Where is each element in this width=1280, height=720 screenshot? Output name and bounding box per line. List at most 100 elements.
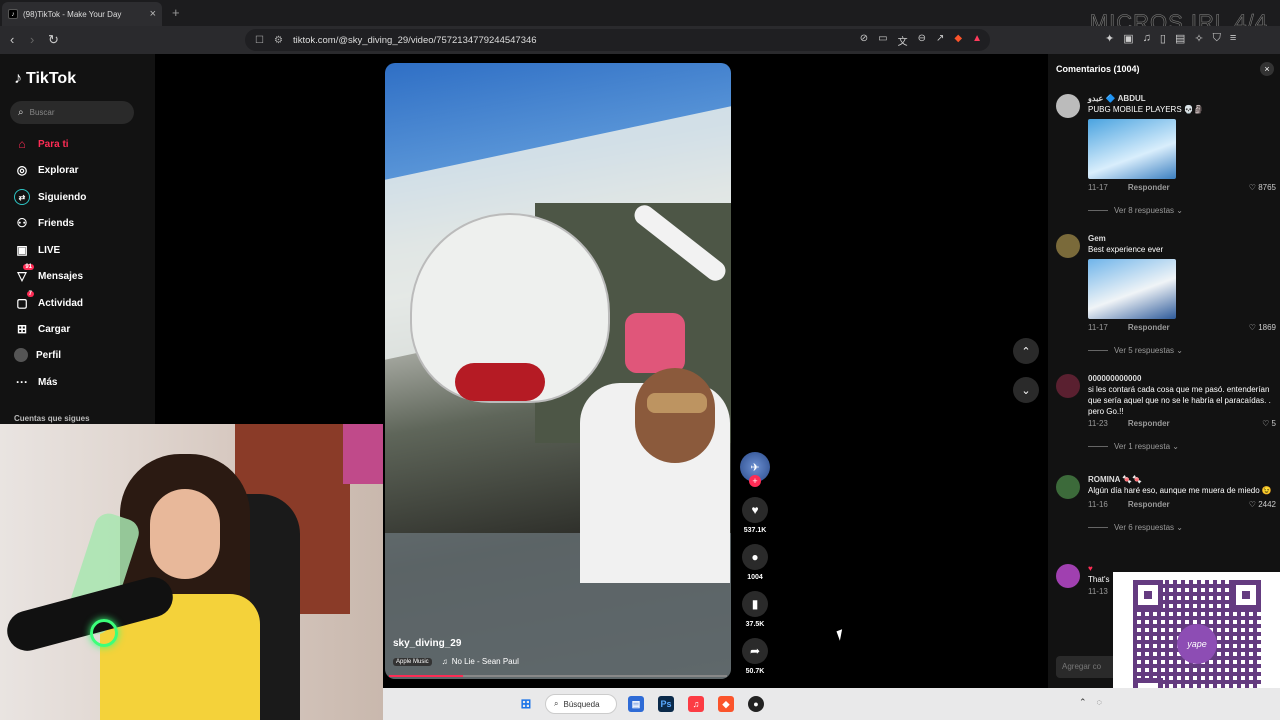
close-tab-icon[interactable]: ×: [150, 8, 156, 20]
creator-avatar-button[interactable]: ✈ +: [740, 452, 770, 487]
video-progress-bar[interactable]: [389, 675, 727, 677]
reply-button[interactable]: Responder: [1128, 419, 1170, 428]
more-icon: ···: [16, 375, 28, 389]
new-tab-icon[interactable]: +: [172, 5, 180, 20]
view-replies-button[interactable]: Ver 1 respuesta ⌄: [1088, 442, 1278, 451]
tiktok-favicon-icon: ♪: [8, 9, 18, 19]
search-input[interactable]: ⌕ Buscar: [10, 101, 134, 124]
tray-expand-icon[interactable]: ⌃: [1079, 697, 1087, 708]
share-button[interactable]: ➦ 50.7K: [740, 638, 770, 675]
comment-button[interactable]: ● 1004: [740, 544, 770, 581]
menu-icon[interactable]: ≡: [1230, 32, 1236, 45]
webcam-cloth: [343, 424, 383, 484]
comment-image[interactable]: [1088, 259, 1176, 319]
heart-icon[interactable]: ♥: [742, 497, 768, 523]
extensions-icon[interactable]: ✦: [1105, 32, 1114, 45]
comment-image[interactable]: [1088, 119, 1176, 179]
apple-music-icon[interactable]: ♫: [688, 696, 704, 712]
zoom-icon[interactable]: ⊖: [918, 33, 926, 48]
leo-icon[interactable]: ✧: [1194, 32, 1203, 45]
brave-browser-icon[interactable]: ◆: [718, 696, 734, 712]
sidebar-item-actividad[interactable]: ▢ 7 Actividad: [14, 291, 83, 311]
sidebar-item-explorar[interactable]: ◎ Explorar: [14, 162, 79, 178]
screenshot-icon[interactable]: ▣: [1123, 32, 1133, 45]
commenter-avatar[interactable]: [1056, 564, 1080, 588]
commenter-avatar[interactable]: [1056, 94, 1080, 118]
browser-toolbar: ‹ › ↻ ☐ ⚙ tiktok.com/@sky_diving_29/vide…: [0, 26, 1280, 54]
forward-icon[interactable]: ›: [30, 32, 34, 47]
files-app-icon[interactable]: ▤: [628, 696, 644, 712]
reply-button[interactable]: Responder: [1128, 500, 1170, 509]
commenter-name[interactable]: ROMINA 🍬🍬: [1088, 475, 1278, 484]
share-icon[interactable]: ↗: [936, 33, 944, 48]
video-visor: [455, 363, 545, 401]
tiktok-logo[interactable]: ♪ TikTok: [14, 70, 76, 88]
webcam-streamer-face: [150, 489, 220, 579]
brave-rewards-icon[interactable]: ▲: [972, 33, 982, 48]
media-icon[interactable]: ♫: [1143, 32, 1151, 45]
photoshop-icon[interactable]: Ps: [658, 696, 674, 712]
following-accounts-label: Cuentas que sigues: [14, 414, 90, 423]
reply-button[interactable]: Responder: [1128, 323, 1170, 332]
comment-like-button[interactable]: ♡ 5: [1262, 419, 1276, 428]
brave-shield-icon[interactable]: ◆: [954, 33, 962, 48]
commenter-avatar[interactable]: [1056, 374, 1080, 398]
sidebar-item-friends[interactable]: ⚇ Friends: [14, 215, 75, 231]
commenter-name[interactable]: Gem: [1088, 234, 1278, 243]
cast-icon[interactable]: ▭: [878, 33, 887, 48]
taskbar-search[interactable]: ⌕ Búsqueda: [545, 694, 617, 714]
comment-icon[interactable]: ●: [742, 544, 768, 570]
comment-like-button[interactable]: ♡ 8765: [1249, 183, 1276, 192]
sidebar-toggle-icon[interactable]: ▯: [1160, 32, 1166, 45]
no-tracking-icon[interactable]: ⊘: [860, 33, 868, 48]
sidebar-item-perfil[interactable]: Perfil: [14, 348, 61, 362]
bookmark-icon[interactable]: ☐: [255, 35, 264, 46]
sidebar-item-mas[interactable]: ··· Más: [14, 374, 57, 390]
sidebar-item-live[interactable]: ▣ LIVE: [14, 242, 60, 258]
browser-tab-bar: ♪ (98)TikTok - Make Your Day × + MICROS …: [0, 0, 1280, 35]
back-icon[interactable]: ‹: [10, 32, 14, 47]
windows-start-icon[interactable]: ⊞: [518, 696, 534, 712]
view-replies-button[interactable]: Ver 6 respuestas ⌄: [1088, 523, 1278, 532]
commenter-avatar[interactable]: [1056, 475, 1080, 499]
commenter-name[interactable]: 000000000000: [1088, 374, 1278, 383]
video-music-info[interactable]: Apple Music ♫ No Lie - Sean Paul: [393, 657, 519, 666]
sidebar-item-para-ti[interactable]: ⌂ Para ti: [14, 136, 68, 152]
commenter-name[interactable]: عبدو 🔷 ABDUL: [1088, 94, 1278, 103]
video-pink-jumper: [625, 313, 685, 373]
commenter-avatar[interactable]: [1056, 234, 1080, 258]
reload-icon[interactable]: ↻: [48, 32, 59, 48]
comment-text: Algún día haré eso, aunque me muera de m…: [1088, 486, 1272, 495]
browser-tab[interactable]: ♪ (98)TikTok - Make Your Day ×: [2, 2, 162, 26]
sidebar-item-cargar[interactable]: ⊞ Cargar: [14, 321, 70, 337]
search-placeholder: Buscar: [29, 108, 55, 117]
comment-like-button[interactable]: ♡ 2442: [1249, 500, 1276, 509]
view-replies-button[interactable]: Ver 8 respuestas ⌄: [1088, 206, 1278, 215]
comment-like-button[interactable]: ♡ 1869: [1249, 323, 1276, 332]
site-info-icon[interactable]: ⚙: [274, 35, 283, 46]
wallet-icon[interactable]: ▤: [1175, 32, 1185, 45]
activity-badge: 7: [26, 291, 34, 297]
save-button[interactable]: ▮ 37.5K: [740, 591, 770, 628]
close-comments-icon[interactable]: ×: [1260, 62, 1274, 76]
video-username[interactable]: sky_diving_29: [393, 638, 461, 649]
previous-video-button[interactable]: ⌃: [1013, 338, 1039, 364]
translate-icon[interactable]: 文: [898, 33, 908, 48]
network-icon[interactable]: ◌: [1097, 697, 1102, 708]
share-arrow-icon[interactable]: ➦: [742, 638, 768, 664]
vpn-icon[interactable]: ⛉: [1213, 32, 1221, 45]
sidebar-item-siguiendo[interactable]: ⇄ Siguiendo: [14, 189, 86, 205]
address-bar[interactable]: ☐ ⚙ tiktok.com/@sky_diving_29/video/7572…: [245, 29, 990, 51]
video-player[interactable]: sky_diving_29 Apple Music ♫ No Lie - Sea…: [385, 63, 731, 679]
sidebar-item-mensajes[interactable]: ▽ 91 Mensajes: [14, 264, 83, 284]
view-replies-button[interactable]: Ver 5 respuestas ⌄: [1088, 346, 1278, 355]
bookmark-icon[interactable]: ▮: [742, 591, 768, 617]
reply-button[interactable]: Responder: [1128, 183, 1170, 192]
next-video-button[interactable]: ⌄: [1013, 377, 1039, 403]
url-text: tiktok.com/@sky_diving_29/video/75721347…: [292, 34, 537, 46]
follow-plus-icon[interactable]: +: [749, 475, 761, 487]
chevron-up-icon: ⌃: [1021, 345, 1031, 358]
obs-icon[interactable]: ●: [748, 696, 764, 712]
like-button[interactable]: ♥ 537.1K: [740, 497, 770, 534]
creator-avatar[interactable]: ✈ +: [740, 452, 770, 487]
